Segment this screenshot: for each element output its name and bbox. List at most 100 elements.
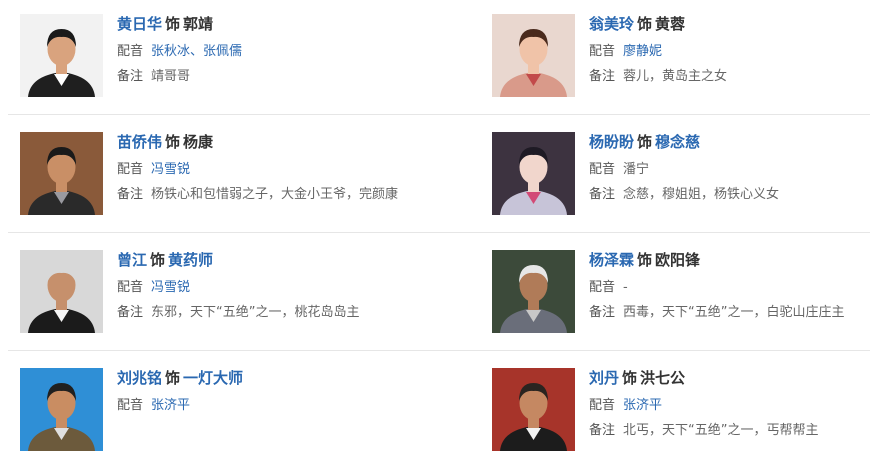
cast-grid: 黄日华饰郭靖 配音 张秋冰、张佩儒 备注 靖哥哥 翁美玲饰黄蓉 配音 廖静妮 备注 蓉儿…	[0, 0, 878, 466]
note-label: 备注	[589, 187, 616, 202]
note-line: 备注 西毒，天下“五绝”之一，白驼山庄庄主	[589, 304, 878, 322]
actor-portrait	[20, 368, 103, 451]
note-line: 备注 蓉儿，黄岛主之女	[589, 68, 878, 86]
role-connector: 饰	[622, 369, 638, 387]
row-divider	[8, 350, 870, 351]
actor-name-link[interactable]: 黄日华	[117, 15, 162, 33]
dub-line: 配音 冯雪锐	[117, 161, 447, 179]
cast-title: 苗侨伟饰杨康	[117, 132, 447, 154]
actor-photo[interactable]	[20, 132, 103, 215]
role-connector: 饰	[165, 133, 181, 151]
cast-row-4: 刘兆铭饰一灯大师 配音 张济平 刘丹饰洪七公 配音 张济平 备注 北丐，天下“五绝”之…	[8, 354, 870, 466]
cast-info: 杨泽霖饰欧阳锋 配音 - 备注 西毒，天下“五绝”之一，白驼山庄庄主	[589, 250, 878, 322]
actor-photo[interactable]	[20, 14, 103, 97]
actor-name-link[interactable]: 杨盼盼	[589, 133, 634, 151]
dub-label: 配音	[589, 398, 616, 413]
dub-value: 潘宁	[623, 162, 650, 177]
dub-line: 配音 张济平	[117, 397, 447, 415]
cast-title: 刘丹饰洪七公	[589, 368, 878, 390]
note-value: 念慈，穆姐姐，杨铁心义女	[623, 187, 780, 202]
note-line: 备注 东邪，天下“五绝”之一，桃花岛岛主	[117, 304, 447, 322]
note-label: 备注	[589, 305, 616, 320]
cast-title: 曾江饰黄药师	[117, 250, 447, 272]
dub-value[interactable]: 张济平	[151, 398, 190, 413]
cast-info: 刘兆铭饰一灯大师 配音 张济平	[117, 368, 447, 415]
role-connector: 饰	[637, 15, 653, 33]
cast-card: 苗侨伟饰杨康 配音 冯雪锐 备注 杨铁心和包惜弱之子，大金小王爷，完颜康	[8, 118, 438, 236]
dub-line: 配音 -	[589, 279, 878, 297]
role-name: 洪七公	[640, 369, 686, 387]
dub-label: 配音	[117, 44, 144, 59]
note-line: 备注 靖哥哥	[117, 68, 447, 86]
role-name: 杨康	[183, 133, 214, 151]
cast-title: 黄日华饰郭靖	[117, 14, 447, 36]
role-name[interactable]: 一灯大师	[183, 369, 243, 387]
dub-value[interactable]: 张济平	[623, 398, 662, 413]
actor-name-link[interactable]: 刘兆铭	[117, 369, 162, 387]
role-connector: 饰	[637, 251, 653, 269]
actor-photo[interactable]	[492, 132, 575, 215]
actor-name-link[interactable]: 苗侨伟	[117, 133, 162, 151]
role-connector: 饰	[150, 251, 166, 269]
actor-name-link[interactable]: 刘丹	[589, 369, 619, 387]
cast-title: 刘兆铭饰一灯大师	[117, 368, 447, 390]
dub-label: 配音	[117, 398, 144, 413]
dub-line: 配音 张济平	[589, 397, 878, 415]
cast-card: 杨盼盼饰穆念慈 配音 潘宁 备注 念慈，穆姐姐，杨铁心义女	[480, 118, 878, 236]
cast-row-1: 黄日华饰郭靖 配音 张秋冰、张佩儒 备注 靖哥哥 翁美玲饰黄蓉 配音 廖静妮 备注 蓉儿…	[8, 0, 870, 118]
actor-name-link[interactable]: 杨泽霖	[589, 251, 634, 269]
cast-info: 杨盼盼饰穆念慈 配音 潘宁 备注 念慈，穆姐姐，杨铁心义女	[589, 132, 878, 204]
role-name: 郭靖	[183, 15, 214, 33]
note-label: 备注	[117, 305, 144, 320]
note-line: 备注 北丐，天下“五绝”之一，丐帮帮主	[589, 422, 878, 440]
cast-card: 翁美玲饰黄蓉 配音 廖静妮 备注 蓉儿，黄岛主之女	[480, 0, 878, 118]
dub-label: 配音	[589, 280, 616, 295]
role-name[interactable]: 黄药师	[168, 251, 213, 269]
note-label: 备注	[589, 69, 616, 84]
cast-title: 翁美玲饰黄蓉	[589, 14, 878, 36]
note-value: 北丐，天下“五绝”之一，丐帮帮主	[623, 423, 819, 438]
note-label: 备注	[117, 187, 144, 202]
costume-actor-portrait	[492, 250, 575, 333]
cast-title: 杨盼盼饰穆念慈	[589, 132, 878, 154]
note-line: 备注 杨铁心和包惜弱之子，大金小王爷，完颜康	[117, 186, 447, 204]
role-name[interactable]: 穆念慈	[655, 133, 700, 151]
cast-info: 苗侨伟饰杨康 配音 冯雪锐 备注 杨铁心和包惜弱之子，大金小王爷，完颜康	[117, 132, 447, 204]
dub-value[interactable]: 张秋冰、张佩儒	[151, 44, 242, 59]
cast-info: 翁美玲饰黄蓉 配音 廖静妮 备注 蓉儿，黄岛主之女	[589, 14, 878, 86]
note-label: 备注	[589, 423, 616, 438]
cast-row-3: 曾江饰黄药师 配音 冯雪锐 备注 东邪，天下“五绝”之一，桃花岛岛主 杨泽霖饰欧阳锋…	[8, 236, 870, 354]
cast-info: 曾江饰黄药师 配音 冯雪锐 备注 东邪，天下“五绝”之一，桃花岛岛主	[117, 250, 447, 322]
cast-card: 刘丹饰洪七公 配音 张济平 备注 北丐，天下“五绝”之一，丐帮帮主	[480, 354, 878, 466]
role-connector: 饰	[165, 369, 181, 387]
dub-label: 配音	[589, 44, 616, 59]
dub-label: 配音	[589, 162, 616, 177]
dub-line: 配音 廖静妮	[589, 43, 878, 61]
actor-portrait	[20, 132, 103, 215]
dub-line: 配音 张秋冰、张佩儒	[117, 43, 447, 61]
actor-photo[interactable]	[492, 250, 575, 333]
costume-actress-portrait	[492, 132, 575, 215]
actor-photo[interactable]	[492, 14, 575, 97]
note-value: 蓉儿，黄岛主之女	[623, 69, 728, 84]
dub-value[interactable]: 廖静妮	[623, 44, 662, 59]
actor-name-link[interactable]: 翁美玲	[589, 15, 634, 33]
cast-card: 杨泽霖饰欧阳锋 配音 - 备注 西毒，天下“五绝”之一，白驼山庄庄主	[480, 236, 878, 354]
actor-name-link[interactable]: 曾江	[117, 251, 147, 269]
note-line: 备注 念慈，穆姐姐，杨铁心义女	[589, 186, 878, 204]
note-value: 杨铁心和包惜弱之子，大金小王爷，完颜康	[151, 187, 399, 202]
note-value: 东邪，天下“五绝”之一，桃花岛岛主	[151, 305, 360, 320]
dub-label: 配音	[117, 280, 144, 295]
actor-photo[interactable]	[20, 368, 103, 451]
actor-portrait	[492, 368, 575, 451]
note-value: 靖哥哥	[151, 69, 191, 84]
elder-actor-portrait	[20, 250, 103, 333]
cast-title: 杨泽霖饰欧阳锋	[589, 250, 878, 272]
actor-photo[interactable]	[20, 250, 103, 333]
dub-value[interactable]: 冯雪锐	[151, 280, 190, 295]
dub-value[interactable]: 冯雪锐	[151, 162, 190, 177]
role-connector: 饰	[165, 15, 181, 33]
role-connector: 饰	[637, 133, 653, 151]
actor-photo[interactable]	[492, 368, 575, 451]
dub-label: 配音	[117, 162, 144, 177]
